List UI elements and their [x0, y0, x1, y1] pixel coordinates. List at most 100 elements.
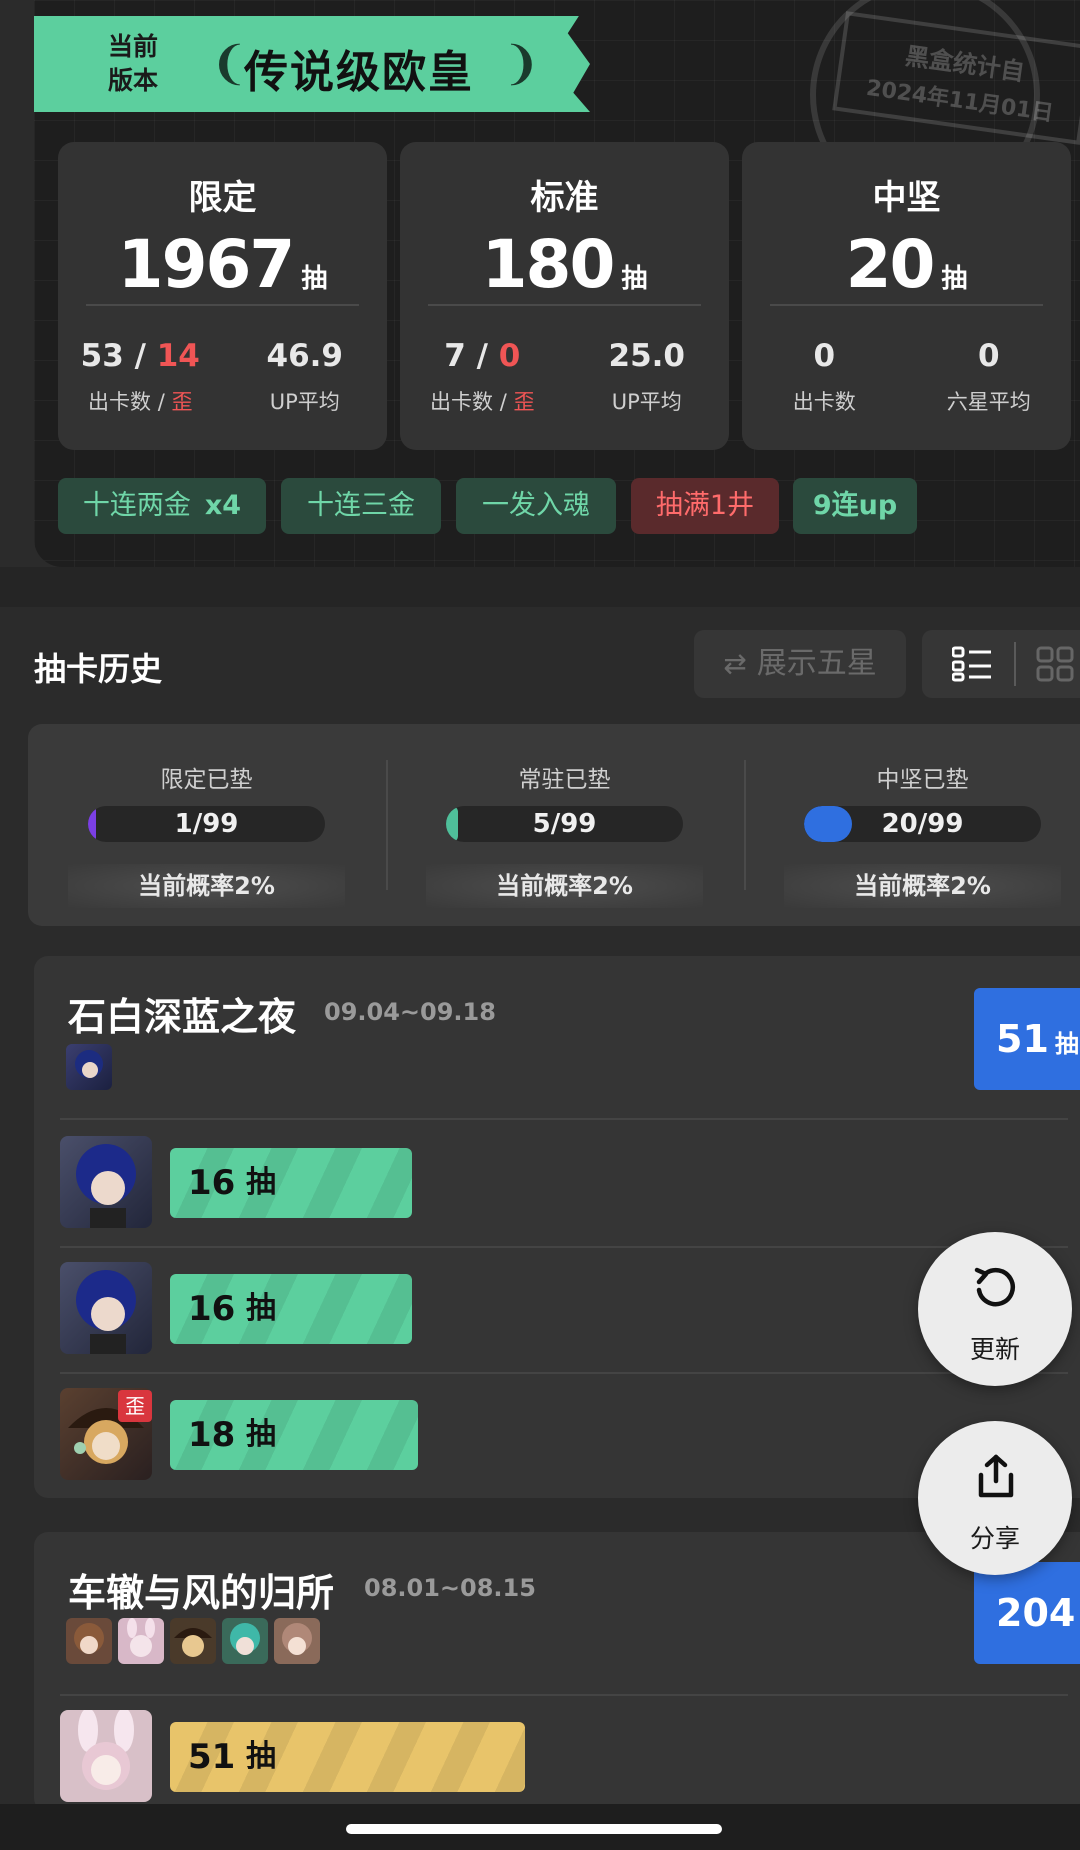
stat-card-count: 180 抽: [400, 226, 729, 303]
pity-standard: 常驻已垫 5/99 当前概率2%: [386, 724, 743, 926]
pull-count: 20: [845, 226, 936, 303]
cards-label: 出卡数: [430, 390, 494, 414]
home-indicator[interactable]: [346, 1824, 722, 1834]
banner-total-count: 51: [996, 1017, 1049, 1061]
banner-total-unit: 抽: [1054, 1030, 1079, 1058]
character-avatar-thumb: [170, 1618, 216, 1664]
character-avatar-thumb: [274, 1618, 320, 1664]
off-count: 0: [498, 338, 521, 374]
character-avatar: [60, 1710, 152, 1802]
pull-bar: 18 抽: [170, 1400, 418, 1470]
pull-unit: 抽: [301, 264, 328, 294]
history-title: 抽卡历史: [34, 650, 163, 688]
banner-name: 车辙与风的归所: [68, 1571, 335, 1615]
cards-obtained-label: 出卡数 / 歪: [400, 386, 565, 416]
show-five-star-label: 展示五星: [756, 646, 877, 681]
laurel-left-icon: ❨: [210, 36, 249, 90]
rank-title: 传说级欧皇: [244, 47, 474, 98]
source-stamp: 黑盒统计自 2024年11月01日: [800, 0, 1080, 210]
six-star-average: 0 六星平均: [907, 338, 1072, 416]
divider: [770, 304, 1043, 306]
cards-count: 53: [80, 338, 124, 374]
character-avatar-thumb: [66, 1044, 112, 1090]
up-average: 25.0 UP平均: [565, 338, 730, 416]
pull-unit: 抽: [941, 264, 968, 294]
banner-dates: 08.01~08.15: [364, 1574, 536, 1602]
pity-limited: 限定已垫 1/99 当前概率2%: [28, 724, 385, 926]
cards-obtained: 0 出卡数: [742, 338, 907, 416]
show-five-star-button[interactable]: ⇄ 展示五星: [694, 630, 906, 698]
refresh-button[interactable]: 更新: [918, 1232, 1072, 1386]
character-portrait-icon: [74, 1623, 104, 1654]
banner-history-card[interactable]: 车辙与风的归所 08.01~08.15 204抽 51 抽: [34, 1532, 1080, 1812]
character-portrait-icon: [230, 1623, 260, 1655]
banner-history-card[interactable]: 石白深蓝之夜 09.04~09.18 51 抽 16 抽 16 抽 歪 18 抽: [34, 956, 1080, 1498]
tag-label: 抽满1井: [655, 490, 755, 521]
character-portrait-icon: [78, 1710, 134, 1790]
pity-label: 中坚已垫: [876, 767, 969, 793]
pity-value: 5/99: [532, 809, 597, 839]
banner-dates: 09.04~09.18: [324, 998, 496, 1026]
pull-count: 16: [188, 1163, 236, 1203]
six-star-average-value: 0: [977, 338, 1000, 374]
stat-card-standard: 标准 180 抽 7 / 0 出卡数 / 歪 25.0 UP平均: [400, 142, 729, 450]
divider: [60, 1694, 1068, 1696]
current-rate: 当前概率2%: [68, 864, 345, 908]
character-avatar-thumb: [66, 1618, 112, 1664]
divider: [60, 1246, 1068, 1248]
achievement-tag: 十连三金: [281, 478, 441, 534]
grid-view-icon[interactable]: [1036, 646, 1076, 682]
share-label: 分享: [969, 1524, 1020, 1553]
pity-bar: 20/99: [804, 806, 1041, 842]
divider: [86, 304, 359, 306]
pull-count: 180: [481, 226, 616, 303]
cards-obtained-label: 出卡数 / 歪: [58, 386, 223, 416]
tag-label: 9连up: [812, 490, 898, 521]
banner-name: 石白深蓝之夜: [68, 995, 297, 1039]
pity-value: 20/99: [881, 809, 964, 839]
banner-total-count: 204: [996, 1591, 1076, 1635]
banner-total: 204抽: [974, 1562, 1080, 1664]
refresh-label: 更新: [969, 1335, 1020, 1364]
up-average: 46.9 UP平均: [223, 338, 388, 416]
refresh-icon: [974, 1267, 1015, 1307]
current-rate: 当前概率2%: [784, 864, 1061, 908]
toggle-separator: [1014, 642, 1016, 686]
up-average-label: UP平均: [269, 390, 340, 414]
stat-card-count: 20 抽: [742, 226, 1071, 303]
share-icon: [978, 1454, 1014, 1498]
character-avatar: [60, 1136, 152, 1228]
list-view-icon[interactable]: [952, 646, 992, 682]
six-star-average-label: 六星平均: [946, 390, 1031, 414]
version-label: 当前 版本: [108, 30, 158, 98]
stat-card-limited: 限定 1967 抽 53 / 14 出卡数 / 歪 46.9 UP平均: [58, 142, 387, 450]
cards-count: 7: [444, 338, 466, 374]
stat-card-title: 限定: [188, 178, 257, 218]
tag-multiplier: x4: [204, 490, 242, 521]
value-separator: /: [123, 338, 157, 374]
cards-count: 0: [813, 338, 836, 374]
stat-card-core: 中坚 20 抽 0 出卡数 0 六星平均: [742, 142, 1071, 450]
character-avatar-thumb: [118, 1618, 164, 1664]
stat-card-count: 1967 抽: [58, 226, 387, 303]
divider: [428, 304, 701, 306]
pity-panel: 限定已垫 1/99 当前概率2% 常驻已垫 5/99 当前概率2% 中坚已垫 2…: [28, 724, 1080, 926]
label-separator: /: [493, 390, 514, 414]
tag-label: 一发入魂: [482, 490, 590, 521]
character-avatar-thumb: [222, 1618, 268, 1664]
laurel-right-icon: ❩: [502, 36, 541, 90]
pull-count: 18: [188, 1415, 236, 1455]
current-rate: 当前概率2%: [426, 864, 703, 908]
banner-total: 51 抽: [974, 988, 1080, 1090]
character-portrait-icon: [127, 1618, 155, 1657]
tag-label: 十连三金: [307, 490, 415, 521]
up-average-value: 46.9: [266, 338, 344, 374]
character-portrait-icon: [282, 1623, 312, 1655]
character-portrait-icon: [76, 1270, 136, 1354]
label-separator: /: [151, 390, 172, 414]
pull-unit: 抽: [246, 1165, 276, 1200]
share-button[interactable]: 分享: [918, 1421, 1072, 1575]
pull-bar: 16 抽: [170, 1274, 412, 1344]
cards-obtained-value: 7 / 0: [400, 338, 565, 374]
off-label: 歪: [513, 390, 535, 414]
